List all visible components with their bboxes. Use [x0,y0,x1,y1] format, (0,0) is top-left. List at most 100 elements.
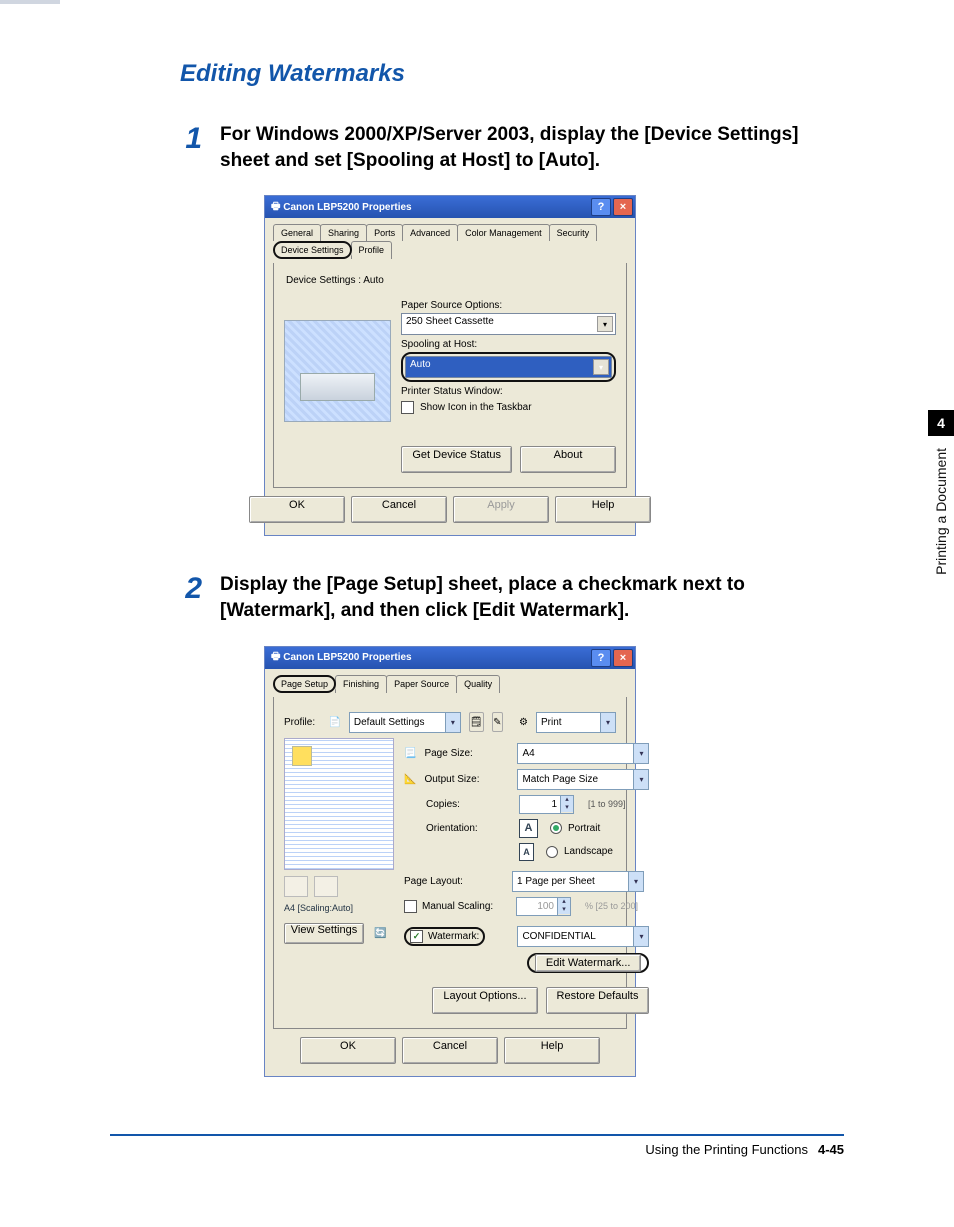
chapter-number: 4 [928,410,954,436]
portrait-icon: A [519,819,538,838]
copies-stepper[interactable]: 1 ▴▾ [519,795,574,814]
tab-profile[interactable]: Profile [351,241,393,259]
help-icon[interactable]: ? [591,198,611,216]
paper-source-label: Paper Source Options: [401,300,616,311]
close-icon[interactable]: × [613,198,633,216]
spooling-select[interactable]: Auto ▾ [405,356,612,378]
arrow-up-icon[interactable]: ▴ [561,796,573,804]
show-icon-checkbox[interactable]: Show Icon in the Taskbar [401,401,616,414]
tab-advanced[interactable]: Advanced [402,224,458,241]
gear-icon: ⚙ [519,717,528,728]
ok-button[interactable]: OK [249,496,345,523]
output-size-icon: 📐 [404,774,416,785]
step-2-number: 2 [180,572,202,623]
restore-defaults-button[interactable]: Restore Defaults [546,987,650,1014]
arrow-up-icon[interactable]: ▴ [558,898,570,906]
chevron-down-icon: ▾ [597,316,613,332]
chevron-down-icon: ▾ [593,359,609,375]
step-1-text: For Windows 2000/XP/Server 2003, display… [220,122,844,173]
tab-general[interactable]: General [273,224,321,241]
portrait-radio[interactable]: Portrait [550,822,600,834]
footer-section: Using the Printing Functions [645,1142,808,1157]
chevron-down-icon: ▾ [633,927,648,946]
arrow-down-icon[interactable]: ▾ [561,804,573,812]
tab-security[interactable]: Security [549,224,598,241]
window-title: Canon LBP5200 Properties [283,652,411,663]
cancel-button[interactable]: Cancel [351,496,447,523]
page-heading: Editing Watermarks [180,60,844,88]
help-icon[interactable]: ? [591,649,611,667]
preview-status: A4 [Scaling:Auto] [284,903,394,913]
manual-scaling-stepper[interactable]: 100 ▴▾ [516,897,571,916]
landscape-icon: A [519,843,534,861]
paper-source-select[interactable]: 250 Sheet Cassette ▾ [401,313,616,335]
watermark-checkbox[interactable]: ✓ Watermark: [404,927,485,946]
layout-options-button[interactable]: Layout Options... [432,987,537,1014]
pages-icon[interactable] [284,876,308,897]
tab-paper-source[interactable]: Paper Source [386,675,457,693]
printer-status-window-label: Printer Status Window: [401,386,616,397]
chapter-side-tab: 4 Printing a Document [928,410,954,575]
spooling-label: Spooling at Host: [401,339,616,350]
get-device-status-button[interactable]: Get Device Status [401,446,512,473]
titlebar[interactable]: 🖶 Canon LBP5200 Properties ? × [265,647,635,669]
output-size-select[interactable]: Match Page Size ▾ [517,769,649,790]
tab-finishing[interactable]: Finishing [335,675,387,693]
page-size-icon: 📃 [404,748,416,759]
watermark-select[interactable]: CONFIDENTIAL ▾ [517,926,649,947]
window-title: Canon LBP5200 Properties [283,202,411,213]
output-method-select[interactable]: Print ▾ [536,712,616,733]
tab-color-management[interactable]: Color Management [457,224,550,241]
sheet-icon[interactable] [314,876,338,897]
profile-add-button[interactable]: 🗒 [469,712,484,732]
close-icon[interactable]: × [613,649,633,667]
help-button[interactable]: Help [504,1037,600,1064]
arrow-down-icon[interactable]: ▾ [558,906,570,914]
help-button[interactable]: Help [555,496,651,523]
page-size-label: Page Size: [424,748,509,759]
tab-page-setup[interactable]: Page Setup [273,675,336,693]
tab-device-settings[interactable]: Device Settings [273,241,352,259]
titlebar[interactable]: 🖶 Canon LBP5200 Properties ? × [265,196,635,218]
show-icon-label: Show Icon in the Taskbar [420,402,532,413]
profile-icon: 📄 [328,717,340,728]
tab-quality[interactable]: Quality [456,675,500,693]
profile-edit-button[interactable]: ✎ [492,712,503,732]
device-settings-status: Device Settings : Auto [286,275,616,286]
device-settings-window: 🖶 Canon LBP5200 Properties ? × General S… [264,195,636,536]
manual-scaling-checkbox[interactable]: Manual Scaling: [404,900,508,913]
chevron-down-icon: ▾ [633,770,648,789]
manual-scaling-value: 100 [516,897,558,916]
printer-icon: 🖶 [271,649,280,666]
orientation-marker-icon [292,746,312,766]
manual-scaling-label: Manual Scaling: [422,901,508,912]
output-method-value: Print [541,717,562,728]
printer-icon: 🖶 [271,199,280,216]
chevron-down-icon: ▾ [628,872,643,891]
ok-button[interactable]: OK [300,1037,396,1064]
page-setup-window: 🖶 Canon LBP5200 Properties ? × Page Setu… [264,646,636,1077]
page-layout-select[interactable]: 1 Page per Sheet ▾ [512,871,644,892]
manual-scaling-hint: % [25 to 200] [585,901,638,911]
landscape-label: Landscape [564,846,613,857]
apply-button[interactable]: Apply [453,496,549,523]
step-1: 1 For Windows 2000/XP/Server 2003, displ… [180,122,844,173]
output-size-label: Output Size: [424,774,509,785]
about-button[interactable]: About [520,446,616,473]
tabstrip: General Sharing Ports Advanced Color Man… [273,224,627,259]
page-size-select[interactable]: A4 ▾ [517,743,649,764]
paper-source-value: 250 Sheet Cassette [406,316,494,327]
profile-label: Profile: [284,717,320,728]
cancel-button[interactable]: Cancel [402,1037,498,1064]
view-settings-button[interactable]: View Settings [284,923,364,944]
chevron-down-icon: ▾ [445,713,460,732]
output-size-value: Match Page Size [522,774,598,785]
edit-watermark-button[interactable]: Edit Watermark... [535,954,642,972]
tab-sharing[interactable]: Sharing [320,224,367,241]
landscape-radio[interactable]: Landscape [546,846,613,858]
profile-select[interactable]: Default Settings ▾ [349,712,461,733]
refresh-icon[interactable]: 🔄 [374,928,386,939]
page-footer: Using the Printing Functions 4-45 [110,1134,844,1157]
tab-ports[interactable]: Ports [366,224,403,241]
copies-hint: [1 to 999] [588,799,626,809]
